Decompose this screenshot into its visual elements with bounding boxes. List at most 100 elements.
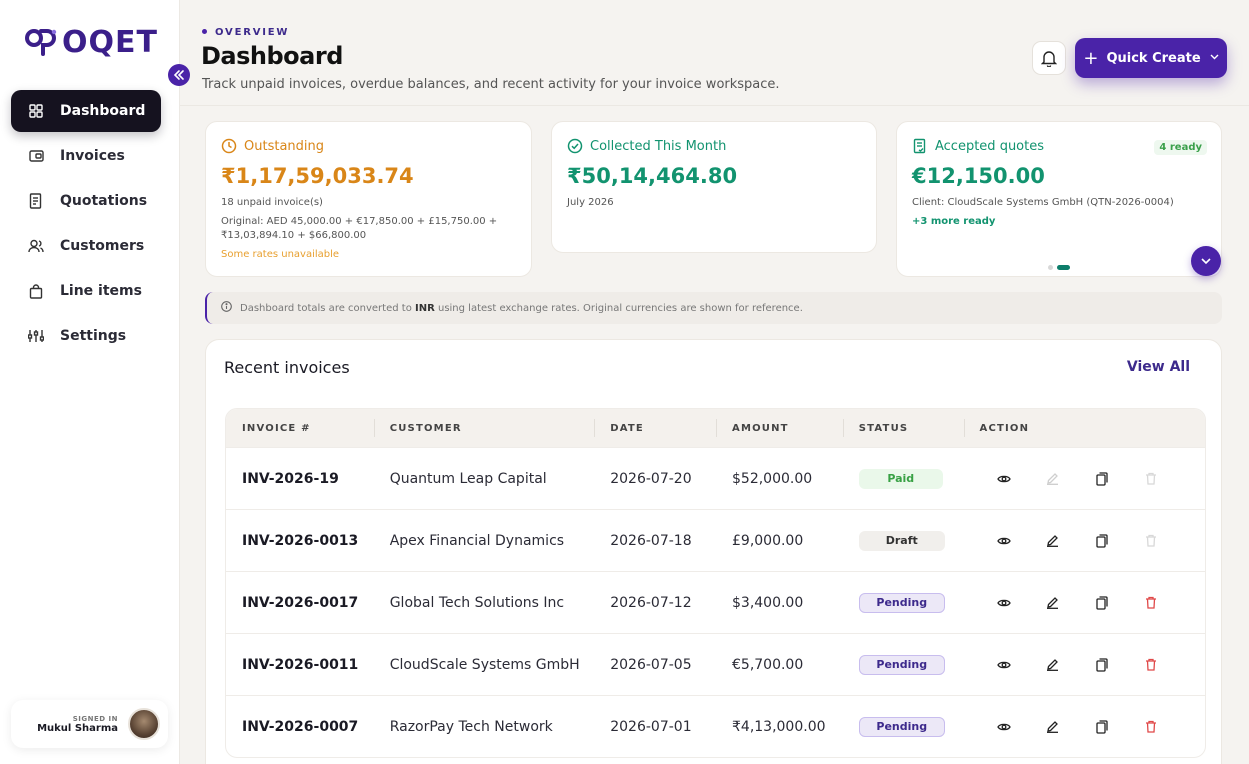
page-title: Dashboard bbox=[201, 42, 343, 70]
view-icon[interactable] bbox=[996, 719, 1012, 735]
customer-name: RazorPay Tech Network bbox=[389, 718, 553, 735]
avatar[interactable] bbox=[128, 708, 160, 740]
users-icon bbox=[27, 237, 45, 255]
column-header[interactable]: CUSTOMER bbox=[373, 409, 595, 447]
check-circle-icon bbox=[567, 138, 583, 154]
sidebar-item-dashboard[interactable]: Dashboard bbox=[11, 90, 161, 132]
invoice-date: 2026-07-18 bbox=[610, 532, 692, 549]
view-all-link[interactable]: View All bbox=[1127, 359, 1190, 375]
duplicate-icon[interactable] bbox=[1094, 471, 1110, 487]
delete-icon[interactable] bbox=[1143, 595, 1159, 611]
bag-icon bbox=[27, 282, 45, 300]
table-header: INVOICE # CUSTOMER DATE AMOUNT STATUS AC… bbox=[226, 409, 1205, 447]
signed-in-user[interactable]: SIGNED IN Mukul Sharma bbox=[11, 700, 168, 748]
invoice-amount: £9,000.00 bbox=[732, 532, 804, 549]
view-icon[interactable] bbox=[996, 471, 1012, 487]
quick-create-button[interactable]: + Quick Create bbox=[1075, 38, 1227, 78]
eyebrow-label: OVERVIEW bbox=[202, 27, 289, 38]
page-subtitle: Track unpaid invoices, overdue balances,… bbox=[202, 77, 780, 92]
column-header[interactable]: INVOICE # bbox=[226, 409, 374, 447]
invoice-number[interactable]: INV-2026-19 bbox=[226, 448, 374, 509]
column-header[interactable]: STATUS bbox=[842, 409, 964, 447]
invoice-amount: €5,700.00 bbox=[732, 656, 804, 673]
collected-value: ₹50,14,464.80 bbox=[567, 164, 738, 188]
sidebar-nav: Dashboard Invoices Quotations Customers … bbox=[11, 90, 161, 360]
info-icon bbox=[221, 301, 232, 315]
column-header[interactable]: AMOUNT bbox=[716, 409, 843, 447]
grid-icon bbox=[27, 102, 45, 120]
table-row[interactable]: INV-2026-0011 CloudScale Systems GmbH 20… bbox=[226, 633, 1205, 695]
invoice-number[interactable]: INV-2026-0017 bbox=[226, 572, 374, 633]
accepted-title: Accepted quotes bbox=[912, 138, 1044, 154]
sidebar-item-label: Invoices bbox=[60, 148, 125, 164]
status-badge: Paid bbox=[858, 468, 943, 489]
sidebar-item-invoices[interactable]: Invoices bbox=[11, 135, 161, 177]
sidebar-item-settings[interactable]: Settings bbox=[11, 315, 161, 357]
user-name: Mukul Sharma bbox=[37, 722, 118, 734]
sidebar-item-label: Dashboard bbox=[60, 103, 146, 119]
more-ready-link[interactable]: +3 more ready bbox=[912, 216, 995, 227]
duplicate-icon[interactable] bbox=[1094, 719, 1110, 735]
carousel-dot[interactable] bbox=[1048, 265, 1053, 270]
view-icon[interactable] bbox=[996, 657, 1012, 673]
customer-name: Global Tech Solutions Inc bbox=[389, 594, 565, 611]
invoice-number[interactable]: INV-2026-0013 bbox=[226, 510, 374, 571]
ready-badge: 4 ready bbox=[1154, 140, 1207, 155]
sidebar-item-customers[interactable]: Customers bbox=[11, 225, 161, 267]
status-badge: Pending bbox=[858, 592, 945, 613]
unpaid-count: 18 unpaid invoice(s) bbox=[221, 197, 323, 208]
table-row[interactable]: INV-2026-0007 RazorPay Tech Network 2026… bbox=[226, 695, 1205, 757]
customer-name: Quantum Leap Capital bbox=[389, 470, 547, 487]
view-icon[interactable] bbox=[996, 533, 1012, 549]
collapse-sidebar-button[interactable] bbox=[168, 64, 190, 86]
outstanding-value: ₹1,17,59,033.74 bbox=[221, 164, 414, 188]
status-badge: Pending bbox=[858, 716, 945, 737]
accepted-value: €12,150.00 bbox=[912, 164, 1045, 188]
original-currency-breakdown: Original: AED 45,000.00 + €17,850.00 + £… bbox=[221, 216, 498, 241]
scroll-down-button[interactable] bbox=[1191, 246, 1221, 276]
currency-info-banner: Dashboard totals are converted to INR us… bbox=[205, 292, 1222, 324]
invoice-number[interactable]: INV-2026-0011 bbox=[226, 634, 374, 695]
carousel-dot-active[interactable] bbox=[1057, 265, 1070, 270]
invoice-number[interactable]: INV-2026-0007 bbox=[226, 696, 374, 757]
duplicate-icon[interactable] bbox=[1094, 657, 1110, 673]
sidebar-item-label: Line items bbox=[60, 283, 142, 299]
duplicate-icon[interactable] bbox=[1094, 595, 1110, 611]
table-row[interactable]: INV-2026-0017 Global Tech Solutions Inc … bbox=[226, 571, 1205, 633]
table-row[interactable]: INV-2026-19 Quantum Leap Capital 2026-07… bbox=[226, 447, 1205, 509]
edit-icon[interactable] bbox=[1045, 657, 1061, 673]
collected-period: July 2026 bbox=[567, 197, 614, 208]
bell-icon bbox=[1041, 50, 1057, 67]
view-icon[interactable] bbox=[996, 595, 1012, 611]
sidebar-item-quotations[interactable]: Quotations bbox=[11, 180, 161, 222]
sidebar-item-label: Customers bbox=[60, 238, 145, 254]
quick-create-label: Quick Create bbox=[1106, 50, 1201, 66]
carousel-dots bbox=[1048, 265, 1070, 270]
edit-icon[interactable] bbox=[1045, 595, 1061, 611]
invoices-table: INVOICE # CUSTOMER DATE AMOUNT STATUS AC… bbox=[225, 408, 1206, 758]
duplicate-icon[interactable] bbox=[1094, 533, 1110, 549]
edit-icon[interactable] bbox=[1045, 533, 1061, 549]
collected-card[interactable]: Collected This Month ₹50,14,464.80 July … bbox=[551, 121, 877, 253]
customer-name: Apex Financial Dynamics bbox=[389, 532, 565, 549]
table-row[interactable]: INV-2026-0013 Apex Financial Dynamics 20… bbox=[226, 509, 1205, 571]
delete-icon[interactable] bbox=[1143, 657, 1159, 673]
delete-icon[interactable] bbox=[1143, 719, 1159, 735]
column-header[interactable]: DATE bbox=[594, 409, 716, 447]
sidebar-item-line-items[interactable]: Line items bbox=[11, 270, 161, 312]
brand-name: OQET bbox=[62, 24, 158, 60]
sidebar: OQET Dashboard Invoices Quotations Custo… bbox=[0, 0, 180, 764]
double-chevron-left-icon bbox=[173, 70, 184, 80]
invoice-date: 2026-07-01 bbox=[610, 718, 692, 735]
sidebar-item-label: Settings bbox=[60, 328, 127, 344]
edit-icon[interactable] bbox=[1045, 719, 1061, 735]
signed-in-label: SIGNED IN bbox=[72, 714, 118, 723]
plus-icon: + bbox=[1083, 47, 1099, 69]
brand-logo[interactable]: OQET bbox=[24, 24, 158, 60]
invoice-amount: $52,000.00 bbox=[732, 470, 813, 487]
accepted-quotes-card[interactable]: Accepted quotes 4 ready €12,150.00 Clien… bbox=[896, 121, 1222, 277]
notifications-button[interactable] bbox=[1032, 41, 1066, 75]
outstanding-card[interactable]: Outstanding ₹1,17,59,033.74 18 unpaid in… bbox=[205, 121, 532, 277]
sliders-icon bbox=[27, 327, 45, 345]
delete-icon bbox=[1143, 533, 1159, 549]
